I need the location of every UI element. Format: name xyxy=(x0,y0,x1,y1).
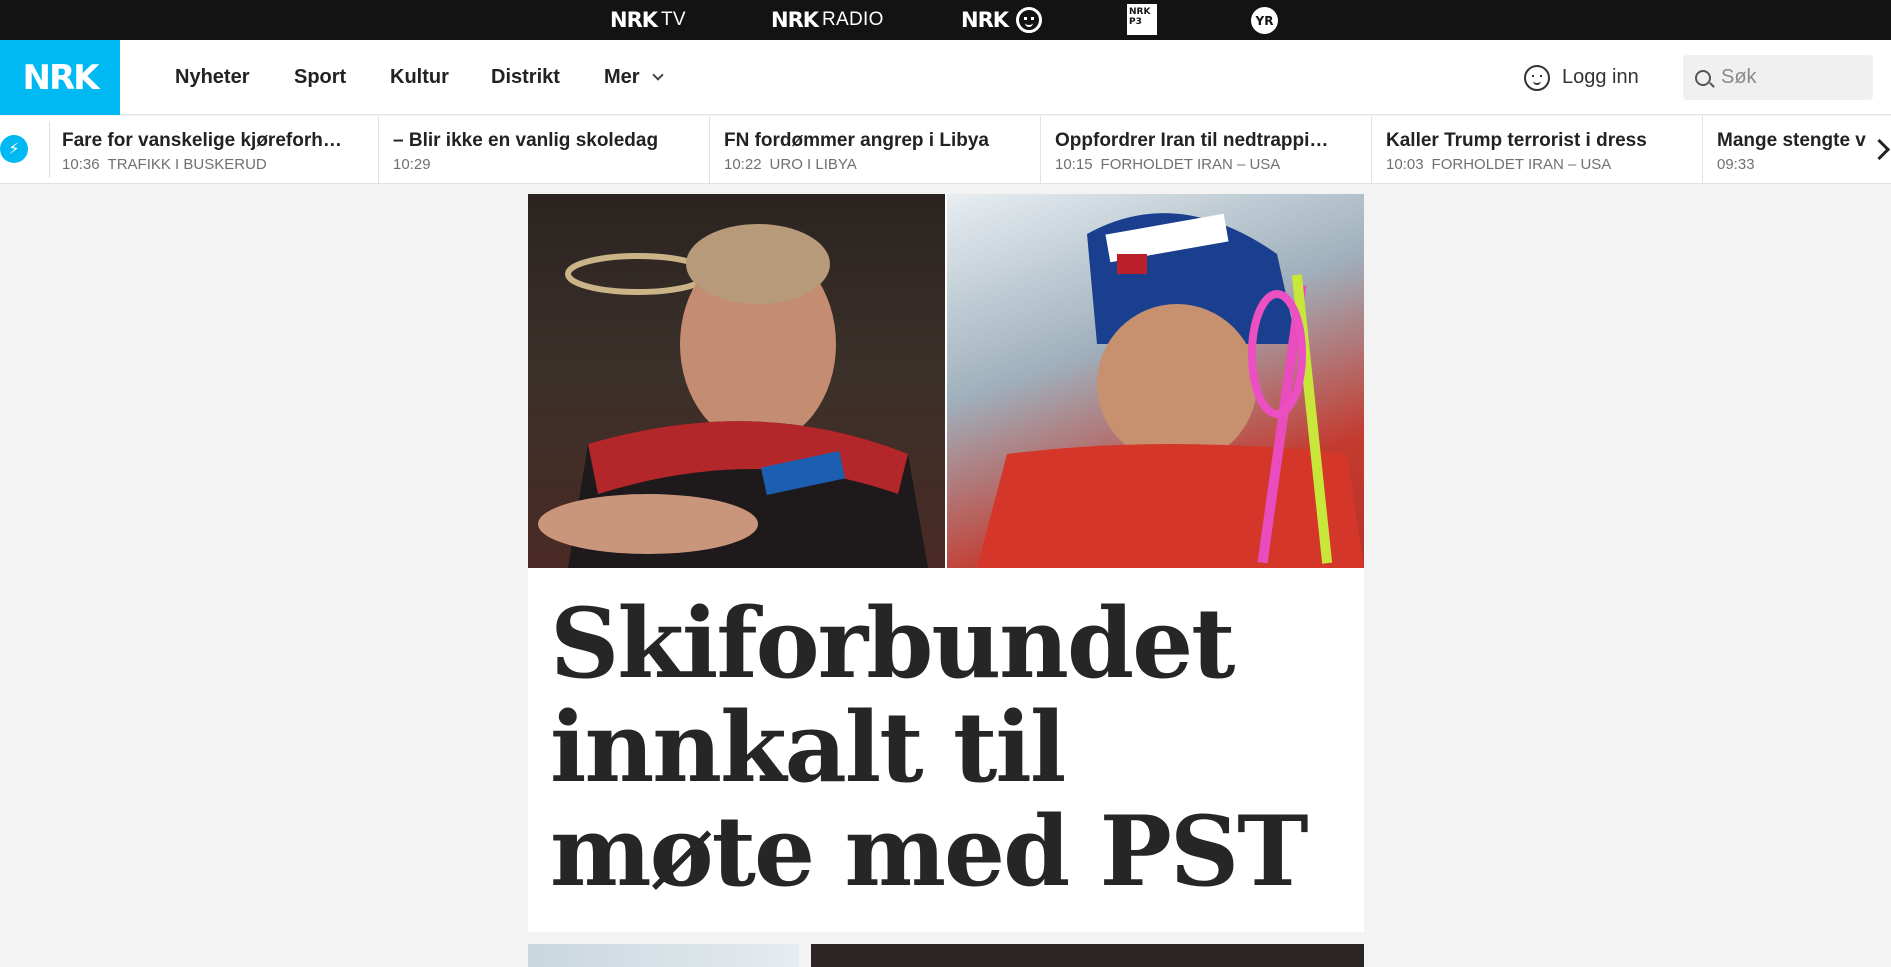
ticker-item[interactable]: FN fordømmer angrep i Libya 10:22 URO I L… xyxy=(724,130,1034,173)
ticker-item[interactable]: – Blir ikke en vanlig skoledag 10:29 xyxy=(393,130,703,173)
article-headline[interactable]: Skiforbundet innkalt til møte med PST xyxy=(550,592,1350,904)
nav-nyheter[interactable]: Nyheter xyxy=(175,40,249,115)
ticker-item-title: Kaller Trump terrorist i dress xyxy=(1386,130,1647,151)
nrk-radio-brand: NRK xyxy=(771,8,819,32)
nrk-logo-text: NRK xyxy=(22,57,100,98)
ticker-divider xyxy=(1040,116,1041,183)
search-input[interactable] xyxy=(1721,66,1851,89)
ticker-item-meta: 09:33 xyxy=(1717,156,1867,173)
ticker-item-title: Mange stengte v xyxy=(1717,130,1866,151)
skier-photo-icon xyxy=(977,213,1364,568)
ticker-item-tag: URO I LIBYA xyxy=(769,156,857,173)
coach-photo-icon xyxy=(538,224,928,568)
ticker-item-meta: 10:15 FORHOLDET IRAN – USA xyxy=(1055,156,1365,173)
chevron-down-icon xyxy=(651,69,664,81)
service-bar: NRK TV NRK RADIO NRK NRK P3 YR xyxy=(0,0,1891,40)
ticker-item-time: 10:36 xyxy=(62,156,100,173)
ticker-item-tag: FORHOLDET IRAN – USA xyxy=(1431,156,1612,173)
login-label: Logg inn xyxy=(1562,66,1639,88)
super-smiley-icon xyxy=(1016,7,1043,33)
site-header: NRK Nyheter Sport Kultur Distrikt Mer Lo… xyxy=(0,40,1891,115)
ticker-item[interactable]: Mange stengte v 09:33 xyxy=(1717,130,1867,173)
article-photo-right xyxy=(947,194,1364,568)
nav-mer[interactable]: Mer xyxy=(604,40,664,115)
nrk-radio-link[interactable]: NRK RADIO xyxy=(771,0,884,40)
ticker-divider xyxy=(1702,116,1703,183)
nrk-super-brand: NRK xyxy=(961,8,1009,32)
ticker-item-time: 09:33 xyxy=(1717,156,1755,173)
nav-kultur[interactable]: Kultur xyxy=(390,40,449,115)
lightning-icon: ⚡ xyxy=(0,135,28,163)
nav-mer-label: Mer xyxy=(604,66,640,88)
ticker-item-meta: 10:36 TRAFIKK I BUSKERUD xyxy=(62,156,372,173)
teaser-image-2[interactable] xyxy=(811,944,1364,967)
nrk-p3-link[interactable]: NRK P3 xyxy=(1127,4,1157,35)
ticker-divider xyxy=(1371,116,1372,183)
ticker-item[interactable]: Oppfordrer Iran til nedtrappi… 10:15 FORH… xyxy=(1055,130,1365,173)
yr-link[interactable]: YR xyxy=(1251,7,1278,34)
teaser-image-1[interactable] xyxy=(528,944,799,967)
nav-sport[interactable]: Sport xyxy=(294,40,346,115)
ticker-item-time: 10:29 xyxy=(393,156,431,173)
ticker-item[interactable]: Kaller Trump terrorist i dress 10:03 FORH… xyxy=(1386,130,1696,173)
ticker-item-time: 10:15 xyxy=(1055,156,1093,173)
yr-logo-icon: YR xyxy=(1255,13,1274,28)
login-button[interactable]: Logg inn xyxy=(1524,40,1639,115)
ticker-item-tag: FORHOLDET IRAN – USA xyxy=(1100,156,1281,173)
ticker-item-title: FN fordømmer angrep i Libya xyxy=(724,130,989,151)
main-article[interactable]: Skiforbundet innkalt til møte med PST xyxy=(528,194,1364,932)
user-icon xyxy=(1524,64,1550,91)
ticker-separator xyxy=(36,122,50,178)
article-photo-left xyxy=(528,194,945,568)
ticker-item-title: – Blir ikke en vanlig skoledag xyxy=(393,130,659,151)
nrk-super-link[interactable]: NRK xyxy=(961,0,1043,40)
news-ticker: ⚡ Fare for vanskelige kjøreforh… 10:36 TR… xyxy=(0,116,1891,184)
ticker-item-time: 10:22 xyxy=(724,156,762,173)
nrk-tv-link[interactable]: NRK TV xyxy=(610,0,686,40)
ticker-divider xyxy=(709,116,710,183)
ticker-item-title: Fare for vanskelige kjøreforh… xyxy=(62,130,342,151)
search-icon xyxy=(1695,69,1711,86)
nrk-logo[interactable]: NRK xyxy=(0,40,120,115)
nav-distrikt[interactable]: Distrikt xyxy=(491,40,560,115)
ticker-item[interactable]: Fare for vanskelige kjøreforh… 10:36 TRAF… xyxy=(62,130,372,173)
ticker-item-tag: TRAFIKK I BUSKERUD xyxy=(107,156,267,173)
ticker-item-meta: 10:03 FORHOLDET IRAN – USA xyxy=(1386,156,1696,173)
nrk-tv-brand: NRK xyxy=(610,8,658,32)
ticker-item-title: Oppfordrer Iran til nedtrappi… xyxy=(1055,130,1329,151)
ticker-item-time: 10:03 xyxy=(1386,156,1424,173)
nrk-p3-logo-icon: NRK P3 xyxy=(1129,7,1151,27)
ticker-next-arrow-icon[interactable] xyxy=(1870,136,1891,164)
ticker-divider xyxy=(378,116,379,183)
nrk-tv-label: TV xyxy=(661,9,686,30)
search-box[interactable] xyxy=(1683,55,1873,100)
ticker-item-meta: 10:29 xyxy=(393,156,703,173)
ticker-item-meta: 10:22 URO I LIBYA xyxy=(724,156,1034,173)
nrk-radio-label: RADIO xyxy=(822,9,884,30)
